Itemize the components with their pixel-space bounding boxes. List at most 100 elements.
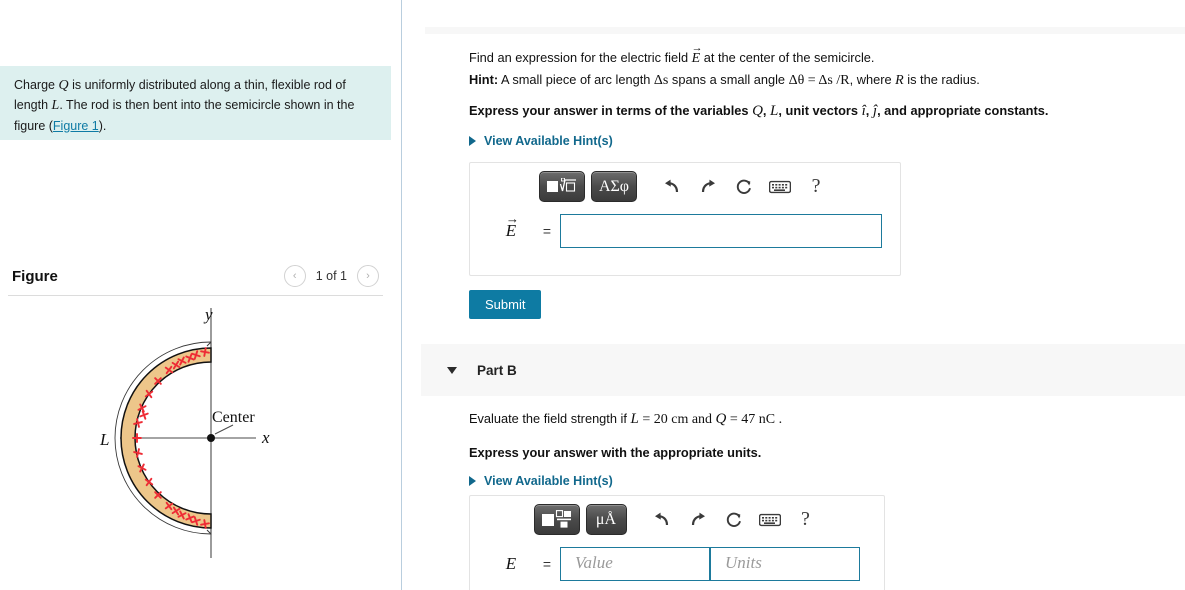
figure-nav: ‹ 1 of 1 › [283,265,379,287]
part-b-units-input[interactable]: Units [710,547,860,581]
undo-icon-b[interactable] [647,506,677,534]
center-point-dot [207,434,215,442]
figure-1-link[interactable]: Figure 1 [53,119,99,133]
undo-arrow-glyph [665,179,679,192]
length-arrow-top [206,340,212,347]
problem-var-Q: Q [58,78,69,93]
collapsed-part-bar[interactable] [425,27,1185,34]
fraction-template-icon [541,510,571,528]
part-a-hint-line: Hint: A small piece of arc length Δs spa… [469,70,1169,91]
length-arrow-bottom [206,529,212,536]
express-post: , and appropriate constants. [877,103,1049,118]
problem-text-part4: ). [98,118,107,133]
sqrt-template-icon [546,178,576,192]
part-b-question-block: Evaluate the field strength if L = 20 cm… [469,408,1169,488]
y-axis-label: y [203,305,213,324]
part-a-view-hints-link[interactable]: View Available Hint(s) [469,134,1169,148]
triangle-right-icon [469,136,476,146]
problem-statement-box: Charge Q is uniformly distributed along … [0,66,391,140]
hint-mid: spans a small angle [668,72,789,87]
part-a-question-post: at the center of the semicircle. [700,50,875,65]
part-a-answer-card: ΑΣφ ? E → = [469,162,901,276]
part-b-header[interactable]: Part B [421,344,1185,396]
part-b-answer-card: μÅ ? E = Value Units [469,495,885,590]
problem-statement-text: Charge Q is uniformly distributed along … [14,76,377,135]
units-symbols-button[interactable]: μÅ [585,504,627,535]
main-panel: Find an expression for the electric fiel… [403,0,1185,590]
part-b-L-value: = 20 cm and [638,412,716,427]
part-b-question-line: Evaluate the field strength if L = 20 cm… [469,408,1169,431]
reset-circular-arrow-glyph [736,179,751,194]
part-a-E-vector: E [692,40,702,69]
part-b-toolbar: μÅ ? [470,496,884,543]
part-b-var-Q: Q [715,411,727,427]
part-b-question-pre: Evaluate the field strength if [469,411,631,426]
figure-next-button[interactable]: › [357,265,379,287]
keyboard-glyph-b [758,513,781,526]
undo-icon[interactable] [657,173,687,201]
express-var-Q: Q [752,103,763,119]
part-a-answer-input[interactable] [560,214,882,248]
redo-icon-b[interactable] [683,506,713,534]
part-b-value-placeholder: Value [575,553,613,572]
redo-icon[interactable] [693,173,723,201]
chevron-down-icon[interactable] [447,366,457,374]
center-leader-line [214,424,234,435]
part-b-hints-label: View Available Hint(s) [484,473,613,488]
part-b-label: Part B [477,362,517,378]
part-b-equals-sign: = [542,556,552,572]
part-a-answer-symbol-text: E [506,211,520,241]
part-a-question-line: Find an expression for the electric fiel… [469,40,1169,69]
part-b-value-input[interactable]: Value [560,547,710,581]
figure-prev-button[interactable]: ‹ [283,265,306,287]
triangle-right-icon-b [469,475,476,486]
part-a-answer-row: E = [470,210,900,264]
problem-page: Charge Q is uniformly distributed along … [0,0,1185,590]
part-a-submit-button[interactable]: Submit [469,290,542,319]
part-b-express-instruction: Express your answer with the appropriate… [469,444,762,460]
express-comma1: , [762,103,771,118]
part-b-var-L: L [630,411,639,427]
reset-circular-arrow-glyph-b [726,512,741,527]
greek-symbols-button[interactable]: ΑΣφ [590,171,638,202]
math-template-button[interactable] [538,171,585,202]
express-mid: , unit vectors [778,103,862,118]
problem-text-part1: Charge [14,78,59,92]
x-axis-label: x [261,428,270,447]
figure-title: Figure [12,267,58,285]
keyboard-glyph [769,180,792,193]
part-a-express-instruction: Express your answer in terms of the vari… [469,103,1169,120]
semicircle-diagram-svg: y x Center L [99,305,270,558]
part-a-hints-label: View Available Hint(s) [484,134,613,148]
redo-arrow-glyph-b [691,512,705,525]
undo-arrow-glyph-b [654,512,668,525]
express-pre: Express your answer in terms of the vari… [469,103,753,118]
figure-divider [8,295,383,296]
express-comma2: , [865,103,873,118]
fraction-template-button[interactable] [533,504,580,535]
part-a-question-pre: Find an expression for the electric fiel… [469,50,692,65]
hint-delta-s: Δs [653,73,669,88]
reset-icon-b[interactable] [719,506,749,534]
help-icon-b[interactable]: ? [791,506,821,534]
part-b-Q-value: = 47 nC . [726,412,783,427]
hint-var-R: R [895,73,904,88]
figure-header: Figure ‹ 1 of 1 › [0,258,391,294]
figure-diagram: y x Center L [0,300,391,570]
help-icon[interactable]: ? [801,173,831,201]
center-label: Center [212,409,255,426]
part-b-answer-symbol: E [505,554,517,573]
part-b-view-hints-link[interactable]: View Available Hint(s) [469,474,1169,488]
part-a-equals-sign: = [542,223,552,239]
redo-arrow-glyph [701,179,716,192]
hint-label: Hint: [469,72,499,87]
keyboard-icon-b[interactable] [755,506,785,534]
part-b-units-placeholder: Units [725,553,762,572]
reset-icon[interactable] [729,173,759,201]
part-a-answer-symbol: E [488,211,534,241]
part-b-answer-row: E = Value Units [470,543,884,581]
hint-equation: Δθ = Δs /R [788,73,850,88]
hint-end: is the radius. [903,72,980,87]
hint-post: , where [849,72,896,87]
keyboard-icon[interactable] [765,173,795,201]
